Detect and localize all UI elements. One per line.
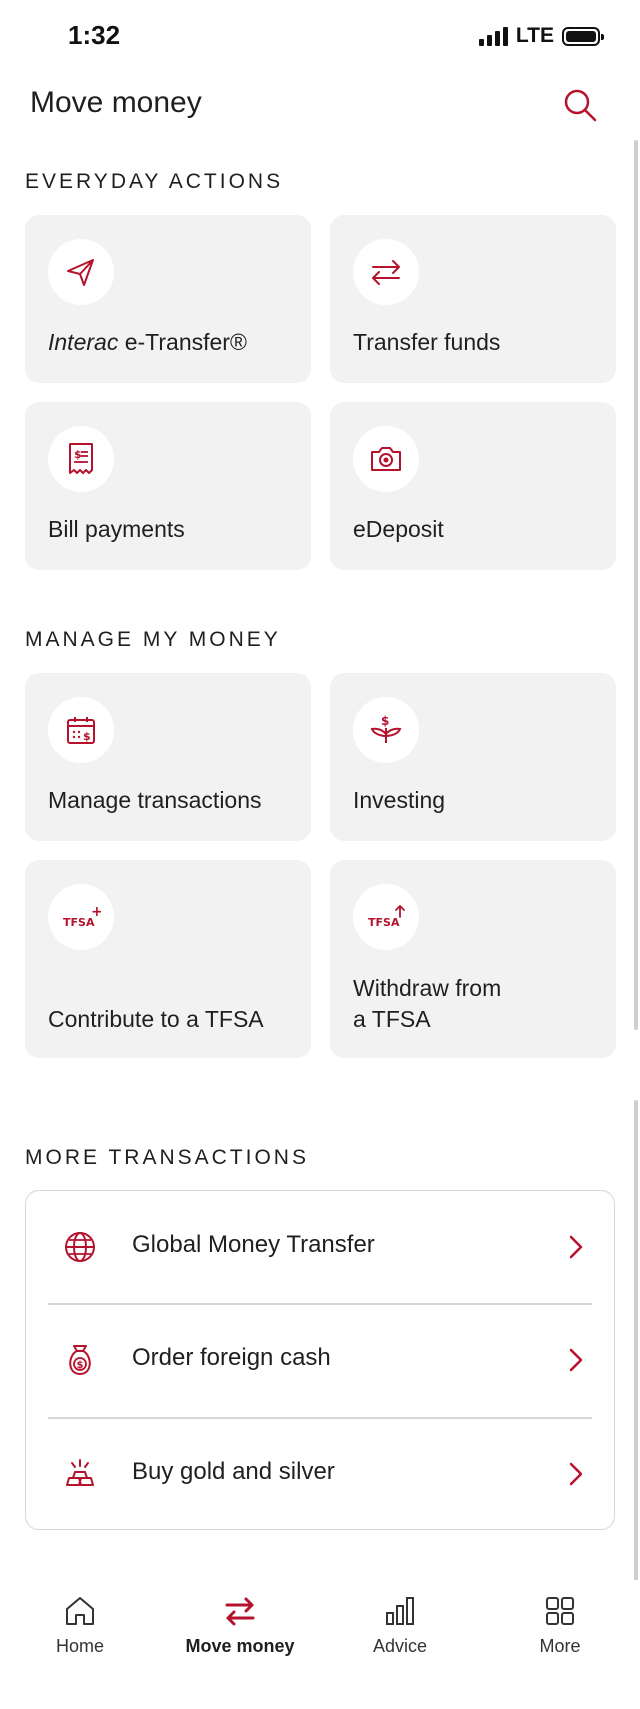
icon-circle: TFSA [353, 884, 419, 950]
bottom-tab-bar: Home Move money Advice More [0, 1580, 640, 1709]
svg-text:+: + [91, 904, 101, 920]
more-transactions-list: Global Money Transfer $ Order foreign ca… [25, 1190, 615, 1530]
scrollbar[interactable] [634, 140, 638, 1030]
plant-dollar-icon: $ [370, 714, 402, 743]
card-interac-etransfer[interactable]: Interac e-Transfer® [25, 215, 311, 383]
list-item-label: Buy gold and silver [132, 1458, 335, 1485]
tfsa-plus-icon: TFSA + [63, 904, 101, 929]
card-label: eDeposit [353, 516, 444, 542]
page-title: Move money [30, 86, 202, 119]
signal-icon [478, 26, 508, 46]
status-bar: 1:32 LTE [0, 0, 640, 70]
tab-home[interactable]: Home [0, 1594, 160, 1684]
icon-circle: $ [48, 697, 114, 763]
chevron-right-icon [569, 1348, 583, 1372]
tab-label: Advice [372, 1636, 428, 1656]
bill-receipt-icon: $ [69, 443, 93, 474]
section-title-more-transactions: MORE TRANSACTIONS [25, 1146, 309, 1169]
page-header: Move money [0, 78, 640, 134]
money-bag-icon: $ [69, 1345, 91, 1376]
tab-label: More [539, 1636, 581, 1656]
status-indicators: LTE [478, 24, 604, 48]
icon-circle: $ [353, 697, 419, 763]
list-item-label: Global Money Transfer [132, 1231, 375, 1258]
svg-text:$: $ [83, 730, 91, 743]
tfsa-arrow-icon: TFSA [368, 905, 405, 929]
tab-label: Home [55, 1636, 104, 1656]
list-item-global-money-transfer[interactable]: Global Money Transfer [26, 1191, 614, 1304]
svg-text:$: $ [77, 1360, 84, 1371]
send-icon [67, 259, 94, 286]
swap-arrows-icon [372, 260, 400, 285]
network-label: LTE [515, 24, 554, 47]
tab-label: Move money [185, 1636, 295, 1656]
search-icon [564, 89, 597, 122]
card-investing[interactable]: $ Investing [330, 673, 616, 841]
card-label: Transfer funds [353, 329, 501, 355]
home-icon [66, 1597, 94, 1625]
list-item-buy-gold-silver[interactable]: Buy gold and silver [26, 1418, 614, 1531]
card-edeposit[interactable]: eDeposit [330, 402, 616, 570]
tab-move-money[interactable]: Move money [160, 1594, 320, 1684]
chevron-right-icon [569, 1462, 583, 1486]
scrollbar-lower[interactable] [634, 1100, 638, 1590]
svg-text:$: $ [381, 714, 389, 728]
card-contribute-tfsa[interactable]: TFSA + Contribute to a TFSA [25, 860, 311, 1058]
card-bill-payments[interactable]: $ Bill payments [25, 402, 311, 570]
card-label: Withdraw from a TFSA [353, 975, 502, 1032]
icon-circle [353, 426, 419, 492]
card-manage-transactions[interactable]: $ Manage transactions [25, 673, 311, 841]
icon-circle [353, 239, 419, 305]
section-title-manage-my-money: MANAGE MY MONEY [25, 628, 281, 651]
card-label: Investing [353, 787, 446, 813]
card-withdraw-tfsa[interactable]: TFSA Withdraw from a TFSA [330, 860, 616, 1058]
tab-advice[interactable]: Advice [320, 1594, 480, 1684]
card-label: Manage transactions [48, 787, 262, 813]
battery-icon [562, 26, 604, 46]
card-label: Bill payments [48, 516, 185, 542]
chevron-right-icon [569, 1235, 583, 1259]
icon-circle [48, 239, 114, 305]
camera-icon [371, 447, 401, 471]
status-time: 1:32 [68, 20, 121, 50]
search-button[interactable] [560, 86, 600, 126]
list-item-label: Order foreign cash [132, 1344, 331, 1371]
bar-chart-icon [386, 1597, 414, 1625]
calendar-dollar-icon: $ [67, 717, 95, 744]
tab-more[interactable]: More [480, 1594, 640, 1684]
icon-circle: TFSA + [48, 884, 114, 950]
card-transfer-funds[interactable]: Transfer funds [330, 215, 616, 383]
section-title-everyday-actions: EVERYDAY ACTIONS [25, 170, 284, 193]
card-label: Contribute to a TFSA [48, 1006, 264, 1032]
svg-text:$: $ [74, 448, 82, 461]
globe-icon [65, 1232, 95, 1262]
card-label: Interac e-Transfer® [48, 329, 247, 355]
svg-text:TFSA: TFSA [368, 916, 400, 929]
transfer-arrows-icon [225, 1597, 255, 1626]
list-item-order-foreign-cash[interactable]: $ Order foreign cash [26, 1304, 614, 1417]
grid-icon [546, 1597, 574, 1625]
icon-circle: $ [48, 426, 114, 492]
gold-bars-icon [66, 1459, 94, 1486]
